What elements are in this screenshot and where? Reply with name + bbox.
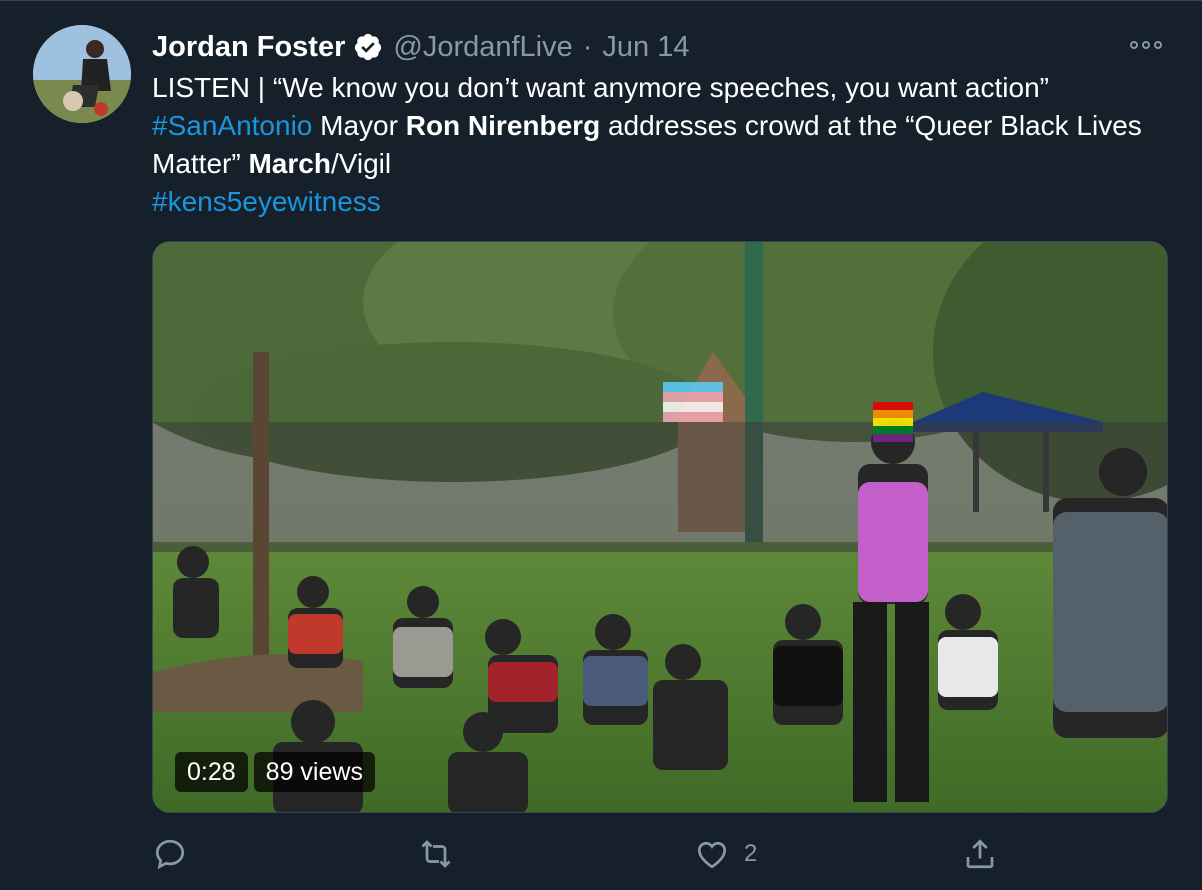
like-button[interactable]: 2: [694, 833, 757, 875]
hashtag-link[interactable]: #kens5eyewitness: [152, 186, 381, 217]
video-views: 89 views: [253, 752, 375, 792]
retweet-icon: [421, 840, 451, 868]
tweet-text-body: #SanAntonio Mayor Ron Nirenberg addresse…: [152, 107, 1172, 183]
avatar-image: [33, 25, 131, 123]
like-count: 2: [744, 840, 758, 867]
text-segment: Mayor: [312, 110, 406, 141]
bold-name: Ron Nirenberg: [405, 110, 601, 141]
share-icon: [966, 839, 994, 869]
reply-button[interactable]: [152, 833, 202, 875]
video-duration: 0:28: [175, 752, 248, 792]
video-thumbnail: [153, 242, 1167, 812]
video-player[interactable]: 0:28 89 views: [152, 241, 1168, 813]
reply-icon: [155, 839, 185, 870]
avatar[interactable]: [33, 25, 131, 123]
more-icon[interactable]: [1130, 35, 1170, 55]
bold-word: March: [248, 148, 331, 179]
tweet-text: LISTEN | “We know you don’t want anymore…: [152, 69, 1172, 221]
separator-dot: ·: [582, 30, 593, 63]
tweet-text-line1: LISTEN | “We know you don’t want anymore…: [152, 72, 1049, 103]
hashtag-link[interactable]: #SanAntonio: [152, 110, 312, 141]
tweet-card[interactable]: Jordan Foster @JordanfLive · Jun 14 LIST…: [0, 0, 1202, 890]
author-handle[interactable]: @JordanfLive: [393, 31, 572, 64]
text-segment: /Vigil: [330, 148, 392, 179]
tweet-date[interactable]: Jun 14: [602, 31, 689, 64]
video-badges: 0:28 89 views: [175, 752, 375, 792]
verified-badge-icon: [355, 33, 382, 61]
heart-icon: [697, 841, 727, 869]
tweet-header: Jordan Foster @JordanfLive · Jun 14: [152, 27, 690, 67]
retweet-button[interactable]: [418, 833, 468, 875]
share-button[interactable]: [962, 833, 998, 875]
tweet-actions: 2: [152, 833, 1172, 875]
author-name[interactable]: Jordan Foster: [152, 31, 345, 64]
